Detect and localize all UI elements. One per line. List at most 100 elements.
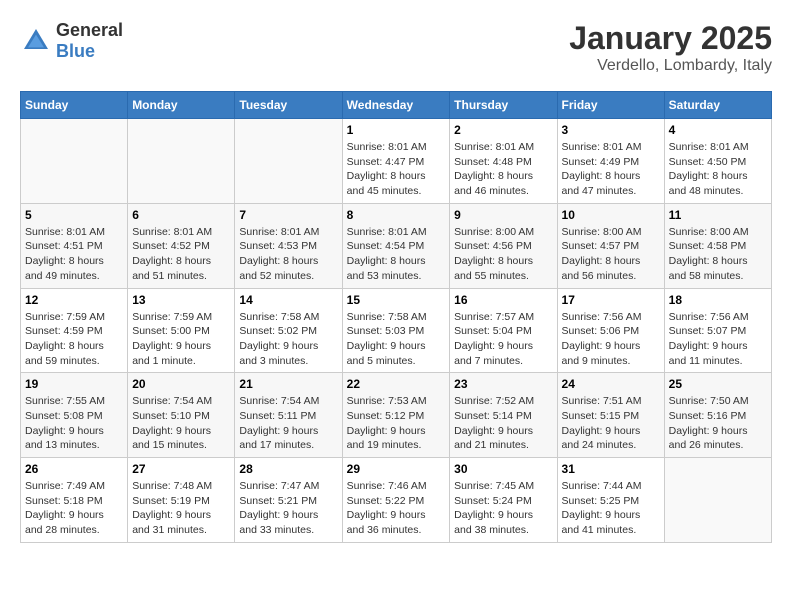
day-number: 27 xyxy=(132,462,230,476)
day-number: 6 xyxy=(132,208,230,222)
day-info: Sunrise: 7:57 AMSunset: 5:04 PMDaylight:… xyxy=(454,310,552,369)
calendar-cell: 16 Sunrise: 7:57 AMSunset: 5:04 PMDayligh… xyxy=(450,288,557,373)
calendar-week-row: 1Sunrise: 8:01 AMSunset: 4:47 PMDaylight… xyxy=(21,119,772,204)
day-info: Sunrise: 7:54 AMSunset: 5:10 PMDaylight:… xyxy=(132,394,230,453)
day-info: Sunrise: 8:01 AMSunset: 4:52 PMDaylight:… xyxy=(132,225,230,284)
column-header-wednesday: Wednesday xyxy=(342,92,450,119)
day-info: Sunrise: 7:44 AMSunset: 5:25 PMDaylight:… xyxy=(562,479,660,538)
day-number: 13 xyxy=(132,293,230,307)
calendar-cell: 5Sunrise: 8:01 AMSunset: 4:51 PMDaylight… xyxy=(21,203,128,288)
column-header-monday: Monday xyxy=(128,92,235,119)
calendar-week-row: 5Sunrise: 8:01 AMSunset: 4:51 PMDaylight… xyxy=(21,203,772,288)
day-info: Sunrise: 7:49 AMSunset: 5:18 PMDaylight:… xyxy=(25,479,123,538)
calendar-cell: 6 Sunrise: 8:01 AMSunset: 4:52 PMDaylight… xyxy=(128,203,235,288)
day-info: Sunrise: 7:45 AMSunset: 5:24 PMDaylight:… xyxy=(454,479,552,538)
day-info: Sunrise: 8:01 AMSunset: 4:50 PMDaylight:… xyxy=(669,140,767,199)
location-title: Verdello, Lombardy, Italy xyxy=(569,57,772,75)
calendar-cell: 24 Sunrise: 7:51 AMSunset: 5:15 PMDayligh… xyxy=(557,373,664,458)
page-header: General Blue January 2025 Verdello, Lomb… xyxy=(20,20,772,75)
day-number: 19 xyxy=(25,377,123,391)
day-info: Sunrise: 7:51 AMSunset: 5:15 PMDaylight:… xyxy=(562,394,660,453)
month-title: January 2025 xyxy=(569,20,772,57)
day-number: 7 xyxy=(239,208,337,222)
calendar-cell xyxy=(21,119,128,204)
calendar-cell: 21 Sunrise: 7:54 AMSunset: 5:11 PMDayligh… xyxy=(235,373,342,458)
logo-text-blue: Blue xyxy=(56,41,95,61)
calendar-cell: 4 Sunrise: 8:01 AMSunset: 4:50 PMDaylight… xyxy=(664,119,771,204)
day-info: Sunrise: 7:47 AMSunset: 5:21 PMDaylight:… xyxy=(239,479,337,538)
day-info: Sunrise: 7:55 AMSunset: 5:08 PMDaylight:… xyxy=(25,394,123,453)
calendar-cell: 15 Sunrise: 7:58 AMSunset: 5:03 PMDayligh… xyxy=(342,288,450,373)
day-number: 22 xyxy=(347,377,446,391)
calendar-cell xyxy=(664,458,771,543)
day-number: 29 xyxy=(347,462,446,476)
day-info: Sunrise: 8:01 AMSunset: 4:51 PMDaylight:… xyxy=(25,225,123,284)
day-number: 17 xyxy=(562,293,660,307)
day-number: 21 xyxy=(239,377,337,391)
day-number: 15 xyxy=(347,293,446,307)
logo-icon xyxy=(20,25,52,57)
day-info: Sunrise: 7:53 AMSunset: 5:12 PMDaylight:… xyxy=(347,394,446,453)
calendar-cell: 20 Sunrise: 7:54 AMSunset: 5:10 PMDayligh… xyxy=(128,373,235,458)
logo-text-general: General xyxy=(56,20,123,40)
calendar-week-row: 19 Sunrise: 7:55 AMSunset: 5:08 PMDayligh… xyxy=(21,373,772,458)
day-number: 14 xyxy=(239,293,337,307)
calendar-cell: 27Sunrise: 7:48 AMSunset: 5:19 PMDayligh… xyxy=(128,458,235,543)
day-info: Sunrise: 8:01 AMSunset: 4:53 PMDaylight:… xyxy=(239,225,337,284)
calendar-week-row: 26 Sunrise: 7:49 AMSunset: 5:18 PMDayligh… xyxy=(21,458,772,543)
day-number: 2 xyxy=(454,123,552,137)
day-info: Sunrise: 8:00 AMSunset: 4:58 PMDaylight:… xyxy=(669,225,767,284)
day-number: 28 xyxy=(239,462,337,476)
day-info: Sunrise: 7:46 AMSunset: 5:22 PMDaylight:… xyxy=(347,479,446,538)
day-number: 25 xyxy=(669,377,767,391)
day-number: 10 xyxy=(562,208,660,222)
calendar-cell: 19 Sunrise: 7:55 AMSunset: 5:08 PMDayligh… xyxy=(21,373,128,458)
calendar-cell: 11 Sunrise: 8:00 AMSunset: 4:58 PMDayligh… xyxy=(664,203,771,288)
day-number: 16 xyxy=(454,293,552,307)
calendar-cell xyxy=(235,119,342,204)
day-number: 8 xyxy=(347,208,446,222)
calendar-table: SundayMondayTuesdayWednesdayThursdayFrid… xyxy=(20,91,772,543)
day-info: Sunrise: 7:58 AMSunset: 5:03 PMDaylight:… xyxy=(347,310,446,369)
calendar-cell: 31 Sunrise: 7:44 AMSunset: 5:25 PMDayligh… xyxy=(557,458,664,543)
calendar-cell: 14 Sunrise: 7:58 AMSunset: 5:02 PMDayligh… xyxy=(235,288,342,373)
day-info: Sunrise: 8:00 AMSunset: 4:57 PMDaylight:… xyxy=(562,225,660,284)
calendar-cell: 13 Sunrise: 7:59 AMSunset: 5:00 PMDayligh… xyxy=(128,288,235,373)
day-number: 12 xyxy=(25,293,123,307)
day-number: 11 xyxy=(669,208,767,222)
calendar-cell: 26 Sunrise: 7:49 AMSunset: 5:18 PMDayligh… xyxy=(21,458,128,543)
calendar-cell: 10 Sunrise: 8:00 AMSunset: 4:57 PMDayligh… xyxy=(557,203,664,288)
calendar-cell: 3 Sunrise: 8:01 AMSunset: 4:49 PMDaylight… xyxy=(557,119,664,204)
day-number: 3 xyxy=(562,123,660,137)
day-info: Sunrise: 8:01 AMSunset: 4:49 PMDaylight:… xyxy=(562,140,660,199)
day-number: 26 xyxy=(25,462,123,476)
column-header-thursday: Thursday xyxy=(450,92,557,119)
day-number: 23 xyxy=(454,377,552,391)
day-number: 18 xyxy=(669,293,767,307)
calendar-cell: 22 Sunrise: 7:53 AMSunset: 5:12 PMDayligh… xyxy=(342,373,450,458)
logo: General Blue xyxy=(20,20,123,62)
day-number: 1 xyxy=(347,123,446,137)
day-number: 31 xyxy=(562,462,660,476)
day-info: Sunrise: 7:52 AMSunset: 5:14 PMDaylight:… xyxy=(454,394,552,453)
column-header-sunday: Sunday xyxy=(21,92,128,119)
calendar-cell: 18 Sunrise: 7:56 AMSunset: 5:07 PMDayligh… xyxy=(664,288,771,373)
calendar-cell xyxy=(128,119,235,204)
column-header-tuesday: Tuesday xyxy=(235,92,342,119)
day-number: 4 xyxy=(669,123,767,137)
day-number: 20 xyxy=(132,377,230,391)
day-info: Sunrise: 8:01 AMSunset: 4:54 PMDaylight:… xyxy=(347,225,446,284)
calendar-cell: 29 Sunrise: 7:46 AMSunset: 5:22 PMDayligh… xyxy=(342,458,450,543)
day-info: Sunrise: 7:56 AMSunset: 5:07 PMDaylight:… xyxy=(669,310,767,369)
day-info: Sunrise: 7:59 AMSunset: 5:00 PMDaylight:… xyxy=(132,310,230,369)
day-number: 30 xyxy=(454,462,552,476)
day-number: 9 xyxy=(454,208,552,222)
day-number: 24 xyxy=(562,377,660,391)
calendar-cell: 12 Sunrise: 7:59 AMSunset: 4:59 PMDayligh… xyxy=(21,288,128,373)
calendar-cell: 9Sunrise: 8:00 AMSunset: 4:56 PMDaylight… xyxy=(450,203,557,288)
column-header-saturday: Saturday xyxy=(664,92,771,119)
calendar-cell: 2Sunrise: 8:01 AMSunset: 4:48 PMDaylight… xyxy=(450,119,557,204)
day-info: Sunrise: 7:54 AMSunset: 5:11 PMDaylight:… xyxy=(239,394,337,453)
day-info: Sunrise: 7:58 AMSunset: 5:02 PMDaylight:… xyxy=(239,310,337,369)
day-info: Sunrise: 7:59 AMSunset: 4:59 PMDaylight:… xyxy=(25,310,123,369)
